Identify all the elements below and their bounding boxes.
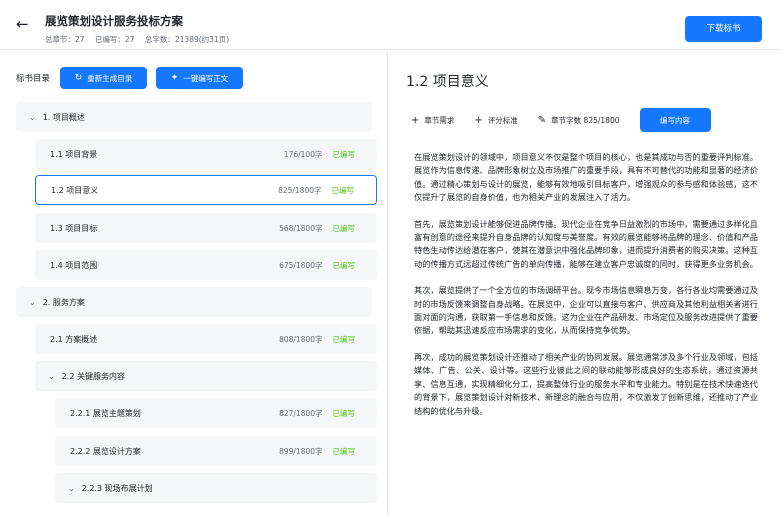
write-content-button[interactable]: 编写内容 [639, 108, 711, 132]
total-words: 总字数：21389(约31页) [144, 35, 230, 44]
toc-group-title: 1. 项目概述 [42, 112, 85, 122]
toc-item-2-2-2[interactable]: 2.2.2 展览设计方案 899/1800字 已编写 [55, 436, 377, 466]
word-count: 827/1800字 [279, 408, 323, 418]
section-title: 1.2 项目意义 [406, 74, 489, 90]
word-count: 568/1800字 [279, 223, 323, 233]
toc-item-title: 2.2.1 展览主题策划 [70, 408, 141, 418]
content-paragraph: 首先，展览策划设计能够促进品牌传播。现代企业在竞争日益激烈的市场中，需要通过多样… [414, 218, 758, 269]
toc-item-title: 1.4 项目范围 [50, 260, 98, 270]
plus-icon: + [411, 114, 420, 126]
toc-item-title: 1.1 项目背景 [50, 149, 98, 159]
word-count: 825/1800字 [278, 185, 322, 195]
word-count: 899/1800字 [279, 446, 323, 456]
status-badge: 已编写 [332, 223, 356, 233]
toc-toolbar: 标书目录 ↻ 重新生成目录 ✦ 一键编写正文 [16, 67, 252, 89]
write-all-label: 一键编写正文 [183, 73, 229, 83]
section-content[interactable]: 在展览策划设计的领域中，项目意义不仅是整个项目的核心，也是其成功与否的重要评判标… [414, 151, 758, 431]
regenerate-toc-label: 重新生成目录 [87, 73, 133, 83]
scoring-criteria-label: 评分标准 [487, 115, 518, 125]
toc-group-1[interactable]: ⌄ 1. 项目概述 [16, 102, 372, 132]
page-title: 展览策划设计服务投标方案 [45, 14, 183, 28]
status-badge: 已编写 [332, 334, 356, 344]
scoring-criteria-button[interactable]: + 评分标准 [474, 115, 517, 126]
written-chapters: 已编写：27 [94, 35, 135, 44]
chevron-down-icon: ⌄ [29, 297, 36, 307]
status-badge: 已编写 [331, 185, 355, 195]
toc-item-1-4[interactable]: 1.4 项目范围 675/1800字 已编写 [35, 250, 377, 280]
download-button[interactable]: 下载标书 [685, 16, 762, 42]
toc-subgroup-2-2-3[interactable]: ⌄ 2.2.3 现场布展计划 [55, 473, 377, 503]
chevron-down-icon: ⌄ [48, 371, 55, 381]
toc-item-1-2[interactable]: 1.2 项目意义 825/1800字 已编写 [35, 175, 377, 205]
document-stats: 总章节：27 已编写：27 总字数：21389(约31页) [45, 34, 237, 45]
refresh-icon: ↻ [74, 73, 83, 83]
toc-item-2-1[interactable]: 2.1 方案概述 808/1800字 已编写 [35, 324, 377, 354]
chevron-down-icon: ⌄ [29, 112, 36, 122]
toc-group-2[interactable]: ⌄ 2. 服务方案 [16, 287, 372, 317]
toc-item-title: 1.3 项目目标 [50, 223, 98, 233]
toc-group-title: 2.2.3 现场布展计划 [81, 483, 153, 493]
magic-wand-icon: ✦ [170, 73, 179, 83]
toc-subgroup-2-2[interactable]: ⌄ 2.2 关键服务内容 [35, 361, 377, 391]
chapter-requirements-label: 章节需求 [424, 115, 455, 125]
toc-group-title: 2. 服务方案 [42, 297, 85, 307]
total-chapters: 总章节：27 [45, 35, 85, 44]
toc-group-title: 2.2 关键服务内容 [61, 371, 125, 381]
chapter-requirements-button[interactable]: + 章节需求 [411, 115, 454, 126]
write-all-button[interactable]: ✦ 一键编写正文 [156, 67, 244, 89]
word-count: 675/1800字 [279, 260, 323, 270]
content-paragraph: 在展览策划设计的领域中，项目意义不仅是整个项目的核心，也是其成功与否的重要评判标… [414, 152, 758, 203]
status-badge: 已编写 [332, 260, 356, 270]
toc-item-title: 2.2.2 展览设计方案 [70, 446, 141, 456]
toc-item-2-2-1[interactable]: 2.2.1 展览主题策划 827/1800字 已编写 [55, 398, 377, 428]
chevron-down-icon: ⌄ [68, 483, 75, 493]
toc-item-title: 1.2 项目意义 [51, 185, 99, 195]
regenerate-toc-button[interactable]: ↻ 重新生成目录 [60, 67, 148, 89]
chapter-word-count-button[interactable]: ✎ 章节字数 825/1800 [538, 115, 620, 126]
status-badge: 已编写 [332, 446, 356, 456]
word-count: 808/1800字 [279, 334, 323, 344]
toc-item-title: 2.1 方案概述 [50, 334, 98, 344]
status-badge: 已编写 [332, 149, 356, 159]
toc-panel: 标书目录 ↻ 重新生成目录 ✦ 一键编写正文 ⌄ 1. 项目概述 1.1 项目背… [0, 51, 388, 517]
content-paragraph: 再次，成功的展览策划设计还推动了相关产业的协同发展。展览通常涉及多个行业及领域，… [414, 351, 758, 416]
toc-item-1-3[interactable]: 1.3 项目目标 568/1800字 已编写 [35, 213, 377, 243]
toc-item-1-1[interactable]: 1.1 项目背景 176/100字 已编写 [35, 139, 377, 169]
plus-icon: + [474, 114, 483, 126]
word-count: 176/100字 [283, 149, 323, 159]
arrow-left-icon[interactable]: ← [16, 14, 29, 34]
pencil-icon: ✎ [537, 114, 547, 126]
chapter-word-count-label: 章节字数 825/1800 [551, 115, 620, 125]
status-badge: 已编写 [332, 408, 356, 418]
top-header: ← 展览策划设计服务投标方案 总章节：27 已编写：27 总字数：21389(约… [0, 0, 780, 50]
toc-label: 标书目录 [16, 74, 51, 84]
editor-panel: 1.2 项目意义 + 章节需求 + 评分标准 ✎ 章节字数 825/1800 编… [389, 51, 780, 517]
content-paragraph: 其次，展览提供了一个全方位的市场调研平台。现今市场信息瞬息万变，各行各业均需要通… [414, 285, 758, 336]
section-toolbar: + 章节需求 + 评分标准 ✎ 章节字数 825/1800 编写内容 [411, 108, 711, 132]
